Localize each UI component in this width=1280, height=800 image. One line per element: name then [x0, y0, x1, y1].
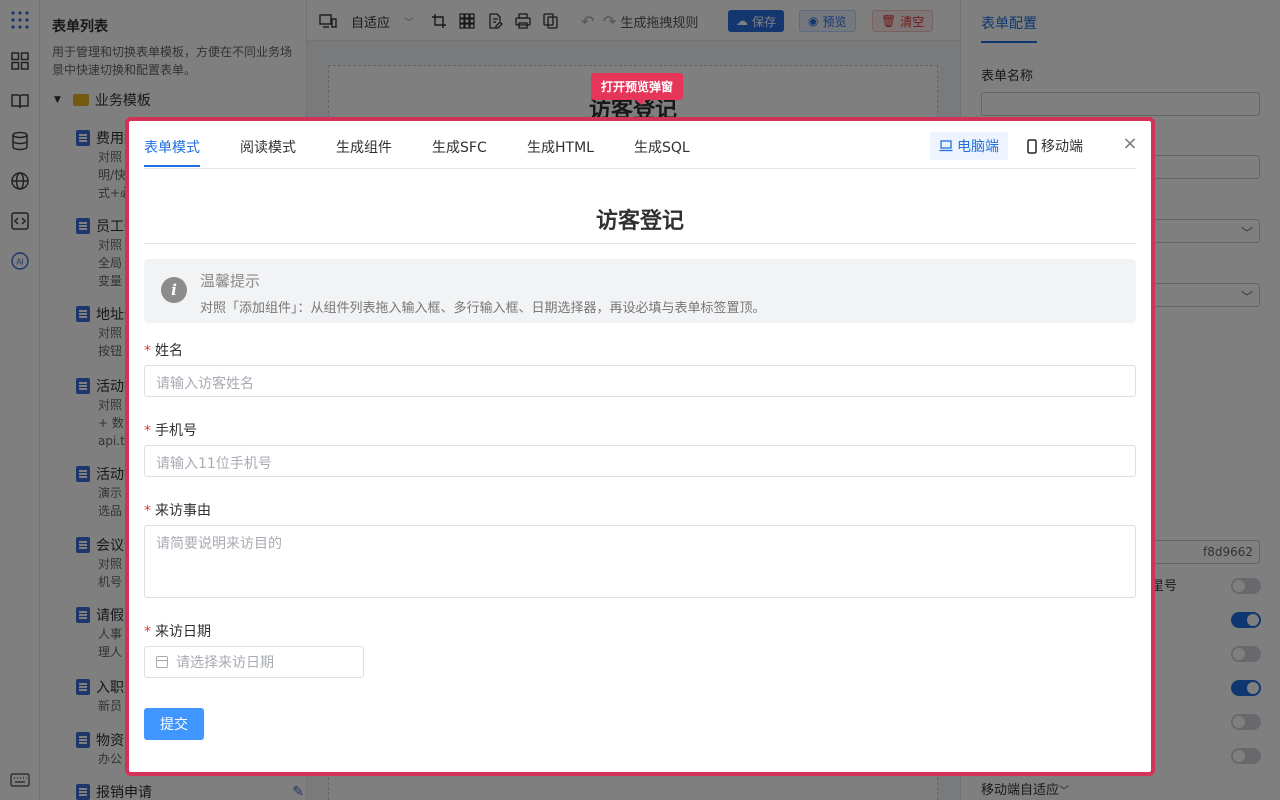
preview-modal: 表单模式 阅读模式 生成组件 生成SFC 生成HTML 生成SQL 电脑端 移动… [125, 117, 1155, 776]
tab-gen-sfc[interactable]: 生成SFC [432, 137, 487, 167]
required-mark: * [144, 423, 151, 439]
modal-tabs: 表单模式 阅读模式 生成组件 生成SFC 生成HTML 生成SQL 电脑端 移动… [144, 121, 1136, 169]
tab-form-mode[interactable]: 表单模式 [144, 137, 200, 167]
required-mark: * [144, 343, 151, 359]
phone-icon [1027, 138, 1037, 154]
hint-alert: i 温馨提示 对照「添加组件」：从组件列表拖入输入框、多行输入框、日期选择器，再… [144, 259, 1136, 323]
alert-title: 温馨提示 [200, 272, 261, 290]
date-label: * 来访日期 [144, 624, 211, 640]
form-title: 访客登记 [144, 203, 1136, 244]
preview-tooltip: 打开预览弹窗 [591, 73, 684, 105]
required-mark: * [144, 503, 151, 519]
device-pc-button[interactable]: 电脑端 [930, 132, 1008, 160]
phone-input[interactable]: 请输入11位手机号 [144, 445, 1136, 477]
info-icon: i [161, 277, 187, 303]
phone-label: * 手机号 [144, 423, 197, 439]
submit-button[interactable]: 提交 [144, 708, 204, 740]
device-mobile-button[interactable]: 移动端 [1018, 132, 1092, 160]
calendar-icon [156, 656, 168, 668]
name-label: * 姓名 [144, 343, 183, 359]
reason-label: * 来访事由 [144, 503, 211, 519]
tab-gen-sql[interactable]: 生成SQL [634, 137, 690, 167]
laptop-icon [939, 140, 953, 152]
tab-gen-component[interactable]: 生成组件 [336, 137, 392, 167]
app: AI 表单列表 用于管理和切换表单模板，方便在不同业务场景中快速切换和配置表单。… [0, 0, 1280, 800]
required-mark: * [144, 624, 151, 640]
alert-description: 对照「添加组件」：从组件列表拖入输入框、多行输入框、日期选择器，再设必填与表单标… [200, 301, 766, 316]
close-icon[interactable]: × [1121, 135, 1139, 153]
reason-textarea[interactable]: 请简要说明来访目的 [144, 525, 1136, 598]
tab-gen-html[interactable]: 生成HTML [527, 137, 594, 167]
tab-read-mode[interactable]: 阅读模式 [240, 137, 296, 167]
date-picker[interactable]: 请选择来访日期 [144, 646, 364, 678]
name-input[interactable]: 请输入访客姓名 [144, 365, 1136, 397]
